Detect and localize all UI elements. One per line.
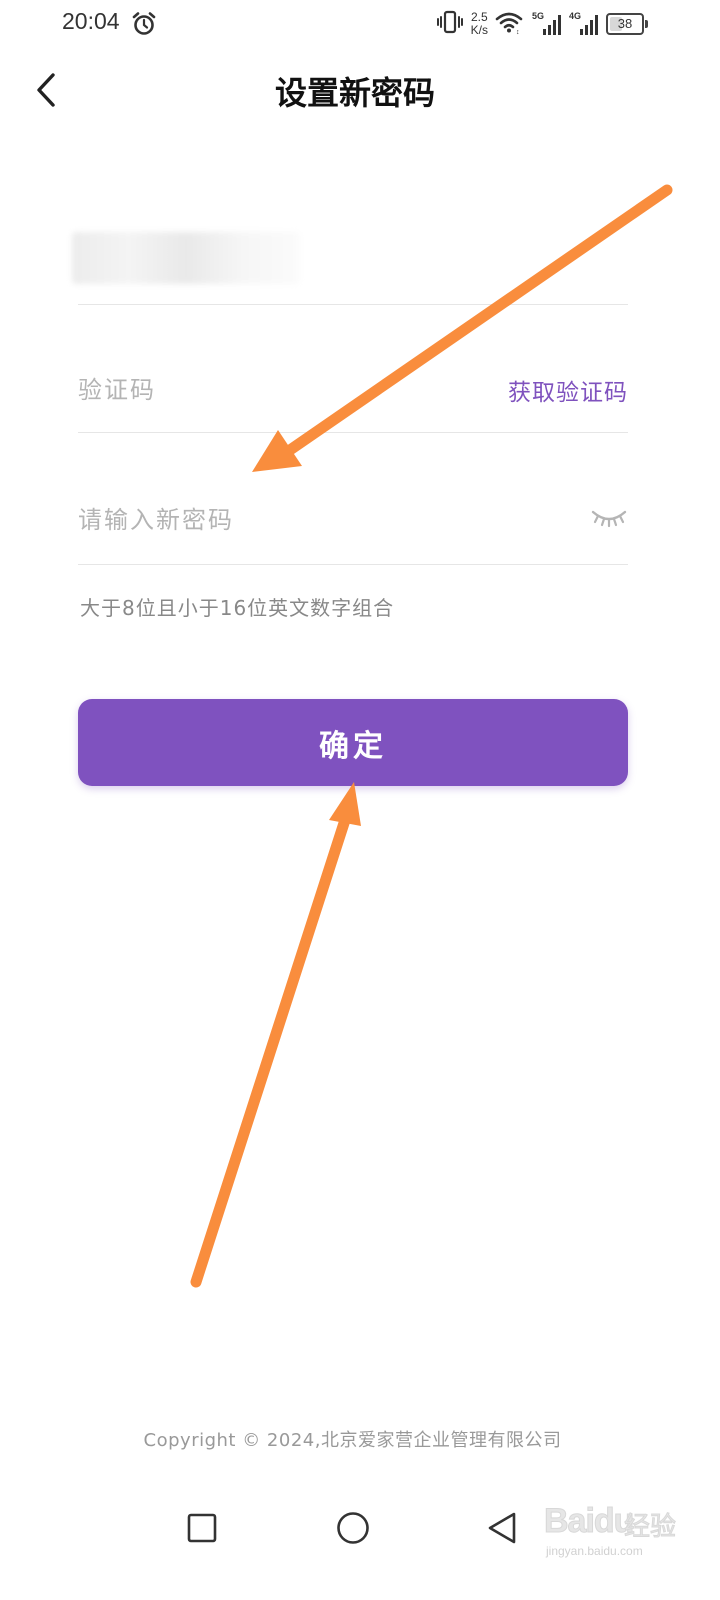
watermark-jingyan: 经验 <box>623 1512 677 1543</box>
triangle-back-icon <box>488 1512 516 1544</box>
recent-apps-button[interactable] <box>178 1504 226 1552</box>
phone-field <box>72 218 628 305</box>
home-button[interactable] <box>329 1504 377 1552</box>
arrow-to-confirm-button <box>190 782 361 1288</box>
page-title: 设置新密码 <box>274 74 435 112</box>
verification-code-field: 获取验证码 <box>78 346 628 433</box>
network-speed: 2.5 K/s <box>471 11 488 37</box>
status-bar: 20:04 2.5 K/s ↕ 5G 4G 38 <box>0 0 720 50</box>
watermark-domain: jingyan.baidu.com <box>546 1544 643 1558</box>
get-code-button[interactable]: 获取验证码 <box>508 373 628 407</box>
status-icons: 2.5 K/s ↕ 5G 4G 38 <box>436 9 648 39</box>
password-hint: 大于8位且小于16位英文数字组合 <box>80 596 395 620</box>
verification-code-input[interactable] <box>78 372 458 408</box>
battery-level: 38 <box>617 16 633 31</box>
circle-home-icon <box>337 1512 369 1544</box>
copyright-text: Copyright © 2024,北京爱家营企业管理有限公司 <box>143 1430 562 1451</box>
status-time: 20:04 <box>62 8 120 34</box>
baidu-watermark: Baidu 经验 jingyan.baidu.com <box>540 1492 680 1564</box>
redacted-phone-number <box>72 232 300 284</box>
square-recent-icon <box>187 1513 217 1543</box>
signal-icon: 5G <box>532 11 562 37</box>
signal-icon: 4G <box>569 11 599 37</box>
alarm-icon <box>131 11 157 41</box>
new-password-field <box>78 476 628 565</box>
system-back-button[interactable] <box>478 1504 526 1552</box>
new-password-input[interactable] <box>78 502 458 538</box>
watermark-brand: Baidu <box>543 1502 634 1541</box>
battery-icon: 38 <box>606 13 648 35</box>
net-speed-unit: K/s <box>470 23 488 37</box>
svg-text:↕: ↕ <box>516 29 520 35</box>
vibrate-icon <box>436 9 464 39</box>
eye-closed-icon[interactable] <box>590 506 628 536</box>
confirm-button[interactable]: 确定 <box>78 699 628 786</box>
wifi-icon: ↕ <box>495 9 525 39</box>
